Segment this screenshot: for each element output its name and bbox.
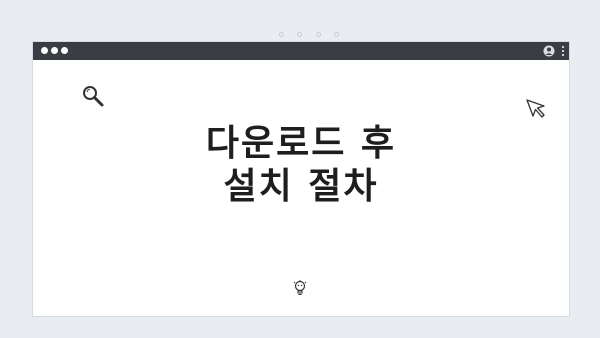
top-dots-indicator [279,32,339,40]
page-title-line2: 설치 절차 [223,166,379,207]
title-bar [33,42,569,60]
kebab-menu-icon[interactable] [561,45,565,57]
indicator-dot [279,32,284,37]
indicator-dot [333,32,339,37]
indicator-dot [297,32,303,37]
page-title-line1: 다운로드 후 [205,123,397,164]
window-dot[interactable] [61,47,68,54]
lightbulb-icon [293,280,307,295]
cursor-icon [526,99,545,118]
search-icon [83,86,104,107]
window-dot[interactable] [51,47,58,54]
indicator-dot [315,32,321,37]
window-controls[interactable] [41,47,68,54]
browser-window: 다운로드 후 설치 절차 [32,41,570,317]
window-dot[interactable] [41,47,48,54]
user-icon[interactable] [543,45,555,57]
page-title: 다운로드 후 설치 절차 [33,122,569,208]
